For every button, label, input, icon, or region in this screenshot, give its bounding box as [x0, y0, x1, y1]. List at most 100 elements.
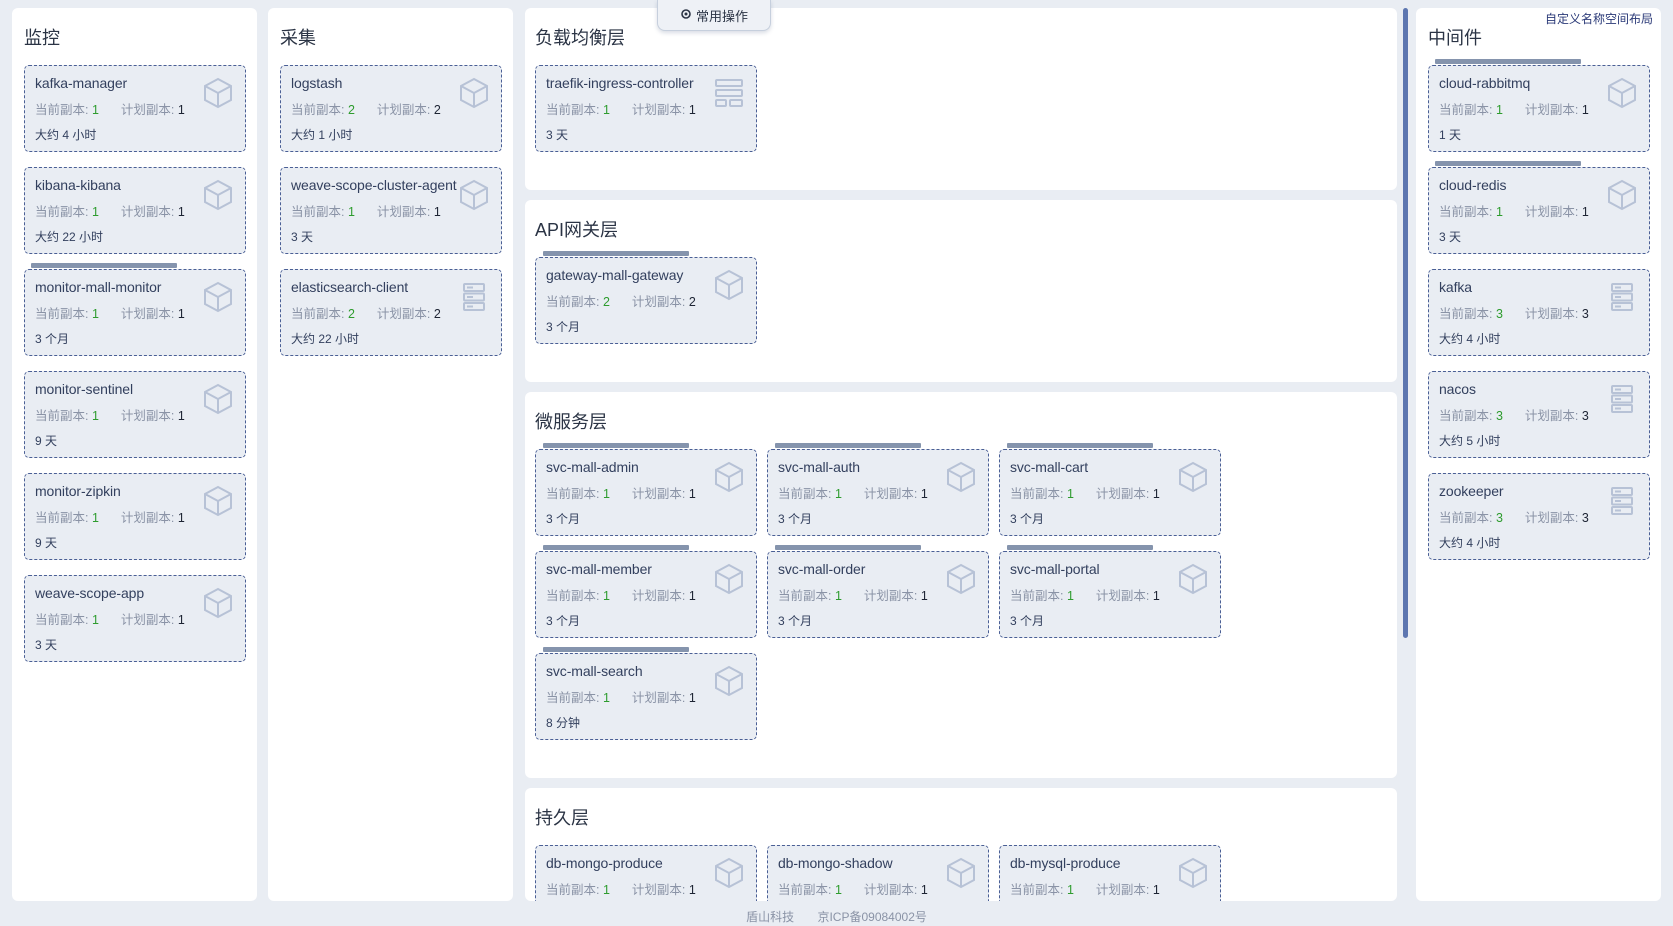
column-title: 中间件	[1428, 28, 1482, 48]
cube-icon	[712, 460, 746, 494]
workload-card[interactable]: gateway-mall-gateway 当前副本: 2 计划副本: 23 个月	[535, 257, 757, 344]
current-replicas: 1	[91, 613, 99, 627]
current-replicas-label: 当前副本:	[35, 409, 89, 423]
current-replicas: 1	[602, 589, 610, 603]
workload-card[interactable]: elasticsearch-client 当前副本: 2 计划副本: 2 大约 22 …	[280, 269, 502, 356]
workload-card[interactable]: svc-mall-portal 当前副本: 1 计划副本: 13 个月	[999, 551, 1221, 638]
planned-replicas-label: 计划副本:	[631, 103, 686, 117]
workload-card[interactable]: svc-mall-search 当前副本: 1 计划副本: 18 分钟	[535, 653, 757, 740]
workload-age: 3 天	[1439, 230, 1462, 244]
section-title: API网关层	[535, 220, 619, 240]
section-title: 持久层	[535, 808, 589, 828]
workload-card[interactable]: monitor-sentinel 当前副本: 1 计划副本: 19 天	[24, 371, 246, 458]
planned-replicas: 1	[1581, 205, 1589, 219]
vertical-scrollbar[interactable]	[1403, 8, 1408, 638]
planned-replicas: 2	[688, 295, 696, 309]
current-replicas: 1	[91, 307, 99, 321]
workload-card[interactable]: svc-mall-cart 当前副本: 1 计划副本: 13 个月	[999, 449, 1221, 536]
workload-age: 大约 4 小时	[35, 128, 97, 142]
workload-card[interactable]: kibana-kibana 当前副本: 1 计划副本: 1 大约 22 小时	[24, 167, 246, 254]
workload-card[interactable]: kafka 当前副本: 3 计划副本: 3 大约 4 小时	[1428, 269, 1650, 356]
planned-replicas: 1	[177, 307, 185, 321]
planned-replicas-label: 计划副本:	[376, 205, 431, 219]
workload-age: 3 天	[35, 638, 58, 652]
workload-card[interactable]: svc-mall-member 当前副本: 1 计划副本: 13 个月	[535, 551, 757, 638]
current-replicas-label: 当前副本:	[546, 589, 600, 603]
quick-actions-label: 常用操作	[695, 8, 748, 24]
current-replicas: 3	[1495, 409, 1503, 423]
workload-card[interactable]: monitor-zipkin 当前副本: 1 计划副本: 19 天	[24, 473, 246, 560]
planned-replicas: 1	[1581, 103, 1589, 117]
section-title: 微服务层	[535, 412, 607, 432]
planned-replicas: 1	[688, 487, 696, 501]
current-replicas-label: 当前副本:	[35, 103, 89, 117]
workload-card[interactable]: weave-scope-cluster-agent 当前副本: 1 计划副本: 13…	[280, 167, 502, 254]
server-icon	[1605, 382, 1639, 416]
workload-age: 3 个月	[778, 512, 813, 526]
planned-replicas: 1	[433, 205, 441, 219]
footer-icp[interactable]: 京ICP备09084002号	[817, 910, 926, 924]
workload-card[interactable]: cloud-rabbitmq 当前副本: 1 计划副本: 11 天	[1428, 65, 1650, 152]
workload-card[interactable]: logstash 当前副本: 2 计划副本: 2 大约 1 小时	[280, 65, 502, 152]
workload-card[interactable]: nacos 当前副本: 3 计划副本: 3 大约 5 小时	[1428, 371, 1650, 458]
workload-age: 9 天	[35, 434, 58, 448]
current-replicas: 1	[834, 487, 842, 501]
workload-card[interactable]: zookeeper 当前副本: 3 计划副本: 3 大约 4 小时	[1428, 473, 1650, 560]
cube-icon	[201, 76, 235, 110]
workload-card[interactable]: traefik-ingress-controller 当前副本: 1 计划副本: 1…	[535, 65, 757, 152]
workload-age: 3 个月	[1010, 512, 1045, 526]
cube-icon	[1176, 562, 1210, 596]
planned-replicas-label: 计划副本:	[120, 409, 175, 423]
planned-replicas: 1	[920, 487, 928, 501]
workload-card[interactable]: monitor-mall-monitor 当前副本: 1 计划副本: 13 个月	[24, 269, 246, 356]
current-replicas-label: 当前副本:	[778, 487, 832, 501]
workload-age: 大约 5 小时	[1439, 434, 1501, 448]
current-replicas-label: 当前副本:	[546, 883, 600, 897]
cube-icon	[457, 178, 491, 212]
workload-age: 3 个月	[546, 614, 581, 628]
planned-replicas: 1	[177, 205, 185, 219]
workload-card[interactable]: db-mongo-produce 当前副本: 1 计划副本: 1	[535, 845, 757, 901]
current-replicas-label: 当前副本:	[1439, 103, 1493, 117]
current-replicas: 1	[91, 103, 99, 117]
planned-replicas: 1	[177, 613, 185, 627]
workload-age: 3 天	[546, 128, 569, 142]
planned-replicas: 1	[1152, 589, 1160, 603]
current-replicas-label: 当前副本:	[546, 691, 600, 705]
workload-age: 9 天	[35, 536, 58, 550]
workload-age: 大约 1 小时	[291, 128, 353, 142]
current-replicas: 2	[602, 295, 610, 309]
planned-replicas: 2	[433, 103, 441, 117]
current-replicas: 1	[834, 589, 842, 603]
planned-replicas: 1	[177, 511, 185, 525]
selection-bar	[1007, 443, 1153, 448]
planned-replicas: 1	[688, 883, 696, 897]
workload-card[interactable]: weave-scope-app 当前副本: 1 计划副本: 13 天	[24, 575, 246, 662]
workload-card[interactable]: cloud-redis 当前副本: 1 计划副本: 13 天	[1428, 167, 1650, 254]
workload-card[interactable]: svc-mall-order 当前副本: 1 计划副本: 13 个月	[767, 551, 989, 638]
monitor-column: 监控 kafka-manager 当前副本: 1 计划副本: 1 大约 4 小时 kib…	[12, 8, 257, 901]
current-replicas-label: 当前副本:	[1010, 589, 1064, 603]
planned-replicas-label: 计划副本:	[1524, 511, 1579, 525]
workload-card[interactable]: kafka-manager 当前副本: 1 计划副本: 1 大约 4 小时	[24, 65, 246, 152]
workload-card[interactable]: db-mysql-produce 当前副本: 1 计划副本: 1	[999, 845, 1221, 901]
custom-layout-link[interactable]: 自定义名称空间布局	[1545, 10, 1653, 27]
planned-replicas-label: 计划副本:	[631, 883, 686, 897]
planned-replicas-label: 计划副本:	[1095, 883, 1150, 897]
current-replicas-label: 当前副本:	[1439, 409, 1493, 423]
workload-card[interactable]: db-mongo-shadow 当前副本: 1 计划副本: 1	[767, 845, 989, 901]
cube-icon	[201, 484, 235, 518]
workload-age: 8 分钟	[546, 716, 581, 730]
current-replicas: 1	[602, 487, 610, 501]
gateway-section: API网关层 gateway-mall-gateway 当前副本: 2 计划副本: …	[525, 200, 1397, 382]
selection-bar	[543, 443, 689, 448]
workload-card[interactable]: svc-mall-auth 当前副本: 1 计划副本: 13 个月	[767, 449, 989, 536]
server-icon	[1605, 484, 1639, 518]
gear-icon	[680, 8, 692, 23]
planned-replicas-label: 计划副本:	[376, 103, 431, 117]
planned-replicas: 1	[1152, 883, 1160, 897]
quick-actions-button[interactable]: 常用操作	[657, 0, 771, 31]
cube-icon	[944, 562, 978, 596]
current-replicas-label: 当前副本:	[1010, 487, 1064, 501]
workload-card[interactable]: svc-mall-admin 当前副本: 1 计划副本: 13 个月	[535, 449, 757, 536]
